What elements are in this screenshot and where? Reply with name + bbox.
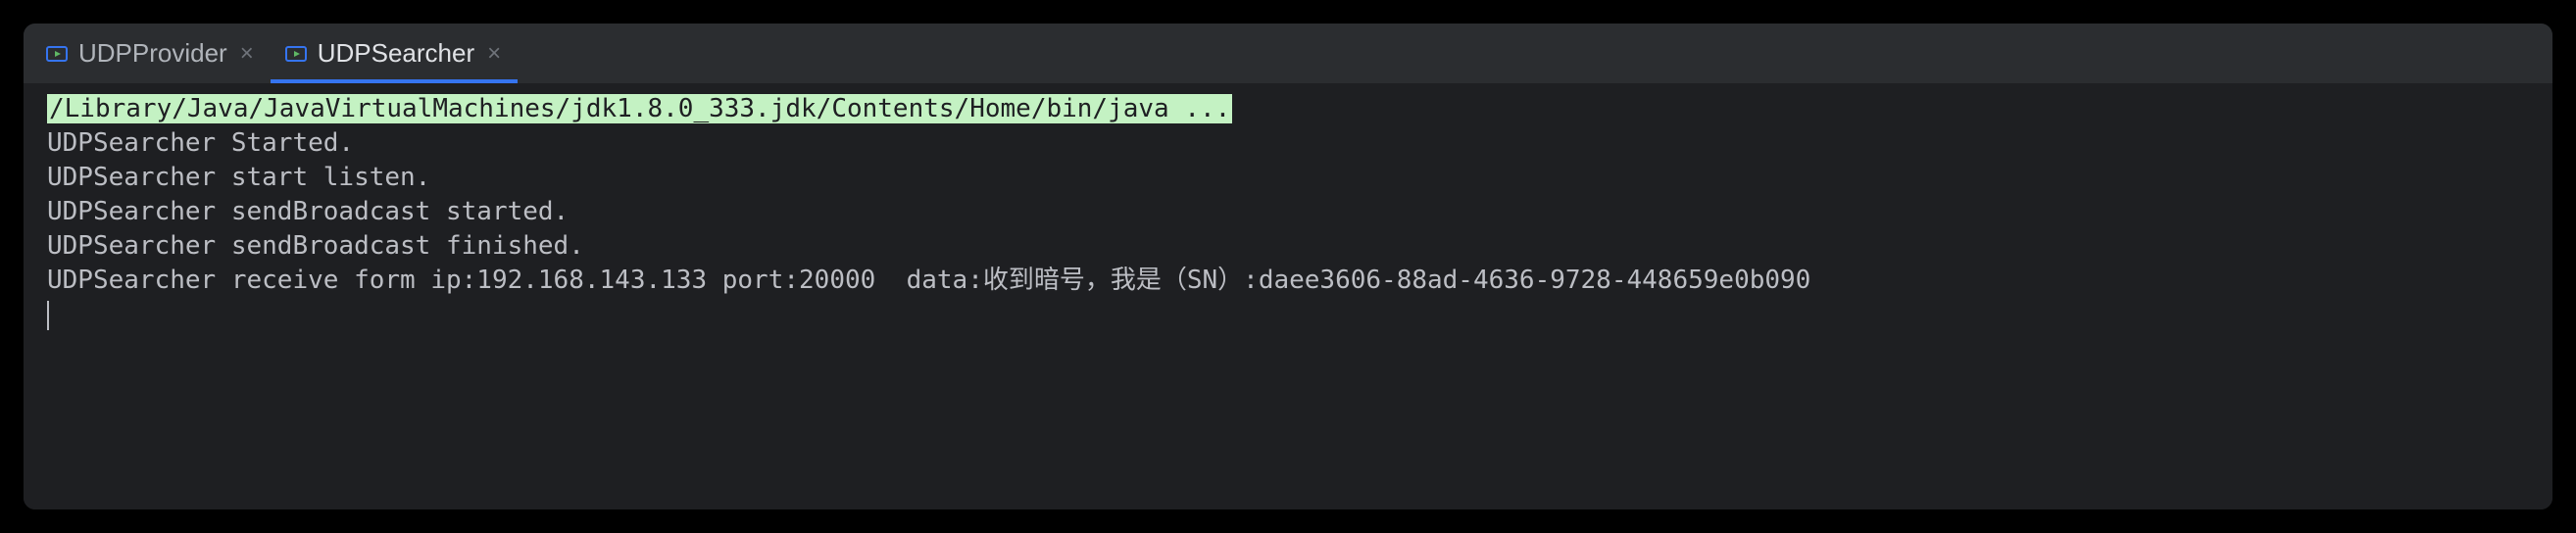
- console-cursor-line: [47, 299, 2535, 333]
- run-config-icon: [284, 42, 308, 66]
- run-tab-bar: UDPProvider × UDPSearcher ×: [24, 24, 2552, 84]
- close-icon[interactable]: ×: [484, 44, 504, 64]
- close-icon[interactable]: ×: [237, 44, 257, 64]
- console-line: UDPSearcher sendBroadcast finished.: [47, 229, 2535, 264]
- tab-udpsearcher[interactable]: UDPSearcher ×: [271, 24, 518, 83]
- tab-udpprovider[interactable]: UDPProvider ×: [31, 24, 271, 83]
- console-line: UDPSearcher receive form ip:192.168.143.…: [47, 264, 2535, 298]
- tab-label: UDPProvider: [78, 38, 227, 69]
- text-cursor: [47, 301, 49, 330]
- run-config-icon: [45, 42, 69, 66]
- console-command: /Library/Java/JavaVirtualMachines/jdk1.8…: [47, 94, 1232, 123]
- tab-label: UDPSearcher: [318, 38, 474, 69]
- console-line: UDPSearcher Started.: [47, 126, 2535, 161]
- console-line: UDPSearcher sendBroadcast started.: [47, 195, 2535, 229]
- run-console-panel: UDPProvider × UDPSearcher × /Library/Jav…: [24, 24, 2552, 509]
- console-line: UDPSearcher start listen.: [47, 161, 2535, 195]
- console-output[interactable]: /Library/Java/JavaVirtualMachines/jdk1.8…: [24, 84, 2552, 509]
